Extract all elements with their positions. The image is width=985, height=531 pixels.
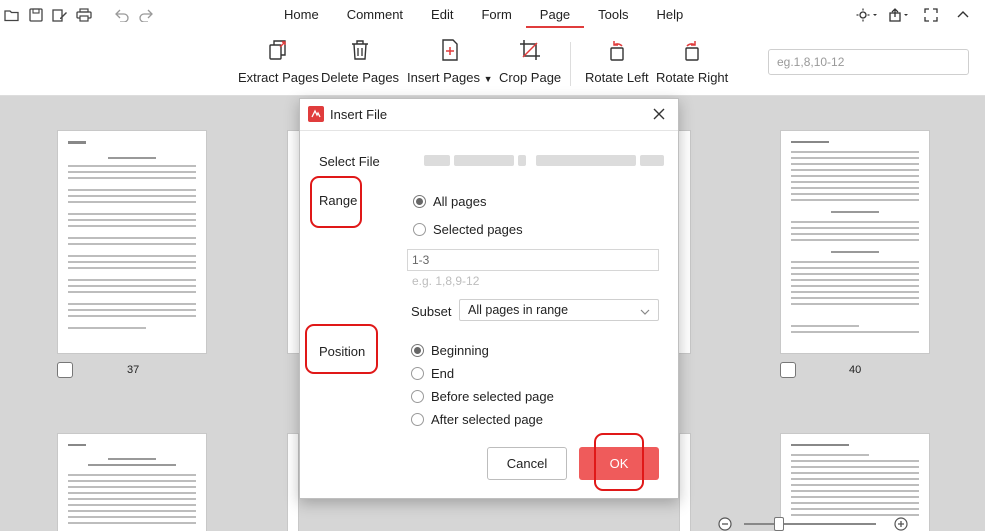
page-thumbnail-43[interactable] <box>679 433 691 531</box>
extract-pages-label: Extract Pages <box>238 70 319 85</box>
after-selected-label: After selected page <box>431 412 544 427</box>
radio-end[interactable] <box>411 367 424 380</box>
menu-home[interactable]: Home <box>270 0 333 30</box>
quick-access-toolbar <box>0 5 158 25</box>
range-hint: e.g. 1,8,9-12 <box>412 274 480 288</box>
zoom-slider[interactable] <box>744 517 876 531</box>
open-folder-icon[interactable] <box>0 5 24 25</box>
position-label: Position <box>319 344 366 359</box>
position-end-radio[interactable]: End <box>411 366 454 381</box>
end-label: End <box>431 366 455 381</box>
subset-value: All pages in range <box>468 303 569 317</box>
radio-before-selected[interactable] <box>411 390 424 403</box>
select-file-label: Select File <box>319 154 380 169</box>
subset-label: Subset <box>411 304 452 319</box>
all-pages-label: All pages <box>433 194 487 209</box>
main-menu: Home Comment Edit Form Page Tools Help <box>270 0 697 30</box>
menu-form[interactable]: Form <box>467 0 525 30</box>
position-before-selected-radio[interactable]: Before selected page <box>411 389 554 404</box>
rotate-left-button[interactable]: Rotate Left <box>585 38 649 90</box>
edit-icon[interactable] <box>48 5 72 25</box>
rotate-right-button[interactable]: Rotate Right <box>656 38 728 90</box>
dialog-titlebar: Insert File <box>300 99 678 131</box>
rotate-right-label: Rotate Right <box>656 70 729 85</box>
page-thumbnail-41[interactable] <box>57 433 207 531</box>
dialog-title: Insert File <box>330 107 388 122</box>
position-beginning-radio[interactable]: Beginning <box>411 343 489 358</box>
radio-after-selected[interactable] <box>411 413 424 426</box>
range-label: Range <box>319 193 358 208</box>
print-icon[interactable] <box>72 5 96 25</box>
page-thumbnail-38[interactable] <box>287 130 299 354</box>
delete-pages-label: Delete Pages <box>321 70 400 85</box>
top-bar: Home Comment Edit Form Page Tools Help <box>0 0 985 30</box>
rotate-left-icon <box>605 38 629 62</box>
crop-page-label: Crop Page <box>499 70 562 85</box>
chevron-down-icon <box>640 303 650 318</box>
window-controls <box>855 5 975 25</box>
save-icon[interactable] <box>24 5 48 25</box>
crop-page-button[interactable]: Crop Page <box>499 38 561 90</box>
zoom-control <box>718 516 908 531</box>
page-range-field[interactable] <box>407 249 659 271</box>
range-all-pages-radio[interactable]: All pages <box>413 194 486 209</box>
crop-icon <box>518 38 542 62</box>
page-thumbnail-37[interactable] <box>57 130 207 354</box>
rotate-left-label: Rotate Left <box>585 70 649 85</box>
app-logo-icon <box>308 106 324 122</box>
page-40-checkbox[interactable] <box>780 362 796 378</box>
extract-pages-button[interactable]: Extract Pages <box>238 38 319 90</box>
range-selected-pages-radio[interactable]: Selected pages <box>413 222 523 237</box>
zoom-out-icon[interactable] <box>718 517 732 531</box>
page-thumbnail-42[interactable] <box>287 433 299 531</box>
undo-icon[interactable] <box>110 5 134 25</box>
fullscreen-icon[interactable] <box>919 5 943 25</box>
radio-selected-pages[interactable] <box>413 223 426 236</box>
rotate-right-icon <box>680 38 704 62</box>
page-40-number: 40 <box>849 364 862 376</box>
page-thumbnail-40[interactable] <box>780 130 930 354</box>
trash-icon <box>348 38 372 62</box>
before-selected-label: Before selected page <box>431 389 554 404</box>
close-icon[interactable] <box>650 105 668 123</box>
chevron-up-icon[interactable] <box>951 5 975 25</box>
menu-page[interactable]: Page <box>525 0 585 30</box>
menu-help[interactable]: Help <box>643 0 698 30</box>
insert-page-icon <box>438 38 462 62</box>
zoom-slider-handle[interactable] <box>774 517 784 531</box>
delete-pages-button[interactable]: Delete Pages <box>321 38 399 90</box>
insert-pages-label: Insert Pages <box>407 70 480 85</box>
beginning-label: Beginning <box>431 343 489 358</box>
caret-down-icon: ▼ <box>483 74 493 84</box>
subset-select[interactable]: All pages in range <box>459 299 659 321</box>
page-37-number: 37 <box>127 364 140 376</box>
ok-button[interactable]: OK <box>579 447 659 480</box>
radio-beginning[interactable] <box>411 344 424 357</box>
insert-pages-button[interactable]: Insert Pages ▼ <box>407 38 493 90</box>
redo-icon[interactable] <box>134 5 158 25</box>
selected-pages-label: Selected pages <box>433 222 523 237</box>
insert-file-dialog: Insert File Select File Range All pages … <box>299 98 679 499</box>
menu-comment[interactable]: Comment <box>333 0 417 30</box>
page-thumbnail-39[interactable] <box>679 130 691 354</box>
extract-pages-icon <box>266 38 290 62</box>
page-ribbon: Extract Pages Delete Pages Insert Pages … <box>0 30 985 96</box>
page-range-input[interactable] <box>768 49 969 75</box>
share-icon[interactable] <box>887 5 911 25</box>
menu-tools[interactable]: Tools <box>584 0 642 30</box>
ribbon-separator <box>570 42 571 86</box>
menu-edit[interactable]: Edit <box>417 0 467 30</box>
cancel-button[interactable]: Cancel <box>487 447 567 480</box>
position-after-selected-radio[interactable]: After selected page <box>411 412 543 427</box>
selected-file-name[interactable] <box>404 148 664 174</box>
radio-all-pages[interactable] <box>413 195 426 208</box>
theme-icon[interactable] <box>855 5 879 25</box>
page-37-checkbox[interactable] <box>57 362 73 378</box>
zoom-in-icon[interactable] <box>894 517 908 531</box>
